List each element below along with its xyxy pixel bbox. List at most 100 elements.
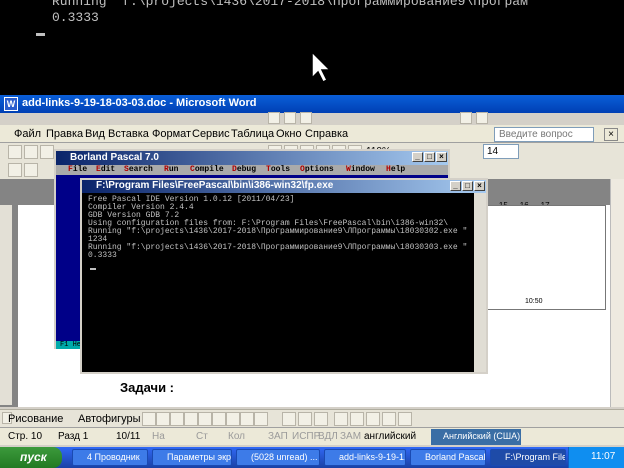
bp-status-key: F1 He (60, 341, 82, 349)
menu-insert[interactable]: Вставка (108, 128, 149, 140)
background-dialog: 10:50 (486, 205, 606, 310)
status-column: Кол (228, 431, 246, 442)
document-heading: Задачи : (120, 380, 175, 395)
picture-icon[interactable] (254, 412, 268, 426)
menu-tools[interactable]: Сервис (192, 128, 230, 140)
bp-menu-window[interactable]: Window (346, 165, 375, 174)
drawing-menu[interactable]: Рисование (8, 413, 63, 425)
vertical-scrollbar[interactable] (610, 179, 624, 407)
status-line: Ст (196, 431, 208, 442)
maximize-icon[interactable]: □ (424, 152, 435, 162)
borland-titlebar[interactable]: Borland Pascal 7.0 _ □ × (56, 151, 448, 165)
review-icon[interactable] (460, 112, 472, 124)
shadow-icon[interactable] (382, 412, 396, 426)
bp-menu-file[interactable]: File (68, 165, 87, 174)
console-output[interactable]: Free Pascal IDE Version 1.0.12 [2011/04/… (84, 195, 474, 372)
comment-icon[interactable] (300, 112, 312, 124)
menu-help[interactable]: Справка (305, 128, 348, 140)
close-icon[interactable]: × (474, 181, 485, 191)
word-titlebar[interactable]: W add-links-9-19-18-03-03.doc - Microsof… (0, 95, 624, 113)
bp-menu-help[interactable]: Help (386, 165, 405, 174)
minimize-icon[interactable]: _ (450, 181, 461, 191)
console-cursor (36, 33, 45, 36)
freepascal-window-title: F:\Program Files\FreePascal\bin\i386-win… (96, 180, 334, 191)
system-tray-clock[interactable]: 11:07 (568, 447, 624, 468)
taskbar-item-mail[interactable]: (5028 unread) ... (236, 449, 320, 466)
highlight-icon[interactable] (284, 112, 296, 124)
bp-menu-edit[interactable]: Edit (96, 165, 115, 174)
vertical-ruler (0, 205, 12, 405)
diagram-icon[interactable] (226, 412, 240, 426)
clipart-icon[interactable] (240, 412, 254, 426)
edit-icon[interactable] (8, 163, 22, 177)
menu-format[interactable]: Формат (152, 128, 191, 140)
textbox-icon[interactable] (198, 412, 212, 426)
maximize-icon[interactable]: □ (462, 181, 473, 191)
menu-edit[interactable]: Правка (46, 128, 83, 140)
autoshapes-menu[interactable]: Автофигуры (78, 413, 141, 425)
taskbar-item-explorer[interactable]: 4 Проводник (72, 449, 148, 466)
help-question-input[interactable]: Введите вопрос (494, 127, 594, 142)
new-document-icon[interactable] (8, 145, 22, 159)
review-next-icon[interactable] (476, 112, 488, 124)
status-ext[interactable]: ВДЛ (318, 431, 338, 442)
bp-menu-run[interactable]: Run (164, 165, 178, 174)
line-icon[interactable] (142, 412, 156, 426)
word-window-title: add-links-9-19-18-03-03.doc - Microsoft … (22, 97, 257, 109)
menu-file[interactable]: Файл (14, 128, 41, 140)
taskbar-item-word[interactable]: add-links-9-19-1... (324, 449, 406, 466)
open-icon[interactable] (24, 145, 38, 159)
minimize-icon[interactable]: _ (412, 152, 423, 162)
taskbar-item-freepascal[interactable]: F:\Program Files... (490, 449, 566, 466)
arrow-style-icon[interactable] (366, 412, 380, 426)
arrow-icon[interactable] (156, 412, 170, 426)
freepascal-console-window: F:\Program Files\FreePascal\bin\i386-win… (80, 178, 488, 374)
console-cursor (90, 268, 96, 270)
status-rec[interactable]: ЗАП (268, 431, 288, 442)
menu-view[interactable]: Вид (85, 128, 105, 140)
status-section: Разд 1 (58, 431, 89, 442)
rectangle-icon[interactable] (170, 412, 184, 426)
bp-menu-compile[interactable]: Compile (190, 165, 224, 174)
font-size-select[interactable]: 14 (483, 144, 519, 159)
status-trk[interactable]: ИСПР (292, 431, 320, 442)
borland-window-title: Borland Pascal 7.0 (70, 152, 159, 163)
line-color-icon[interactable] (298, 412, 312, 426)
freepascal-titlebar[interactable]: F:\Program Files\FreePascal\bin\i386-win… (82, 180, 486, 193)
start-button[interactable]: пуск (0, 447, 62, 468)
format-icon[interactable] (24, 163, 38, 177)
bp-menu-debug[interactable]: Debug (232, 165, 256, 174)
drawing-toolbar: Рисование Автофигуры (0, 409, 624, 427)
status-ovr[interactable]: ЗАМ (340, 431, 361, 442)
menu-table[interactable]: Таблица (231, 128, 274, 140)
font-color-icon[interactable] (314, 412, 328, 426)
oval-icon[interactable] (184, 412, 198, 426)
dialog-value: 10:50 (525, 298, 543, 305)
console-line: 0.3333 (88, 251, 117, 260)
wordart-icon[interactable] (212, 412, 226, 426)
bp-menu-options[interactable]: Options (300, 165, 334, 174)
dash-style-icon[interactable] (350, 412, 364, 426)
taskbar-item-display-settings[interactable]: Параметры экр... (152, 449, 232, 466)
close-icon[interactable]: × (604, 128, 618, 141)
menu-window[interactable]: Окно (276, 128, 302, 140)
taskbar-item-borland[interactable]: Borland Pascal 7.0 (410, 449, 486, 466)
save-icon[interactable] (40, 145, 54, 159)
fill-color-icon[interactable] (282, 412, 296, 426)
word-menubar: Файл Правка Вид Вставка Формат Сервис Та… (0, 125, 624, 143)
word-app-icon: W (4, 97, 18, 111)
3d-icon[interactable] (398, 412, 412, 426)
word-top-toolbar-strip (0, 112, 624, 125)
line-style-icon[interactable] (334, 412, 348, 426)
console-scrollbar[interactable] (474, 193, 486, 372)
bp-menu-search[interactable]: Search (124, 165, 153, 174)
status-language: английский (364, 431, 417, 442)
bp-menu-tools[interactable]: Tools (266, 165, 290, 174)
close-icon[interactable]: × (436, 152, 447, 162)
pen-icon[interactable] (268, 112, 280, 124)
language-bar[interactable]: Английский (США) (431, 429, 521, 445)
status-page: Стр. 10 (8, 431, 43, 442)
taskbar: пуск 4 Проводник Параметры экр... (5028 … (0, 447, 624, 468)
background-console-output: 0.3333 (52, 10, 99, 25)
borland-menubar: File Edit Search Run Compile Debug Tools… (56, 165, 448, 175)
